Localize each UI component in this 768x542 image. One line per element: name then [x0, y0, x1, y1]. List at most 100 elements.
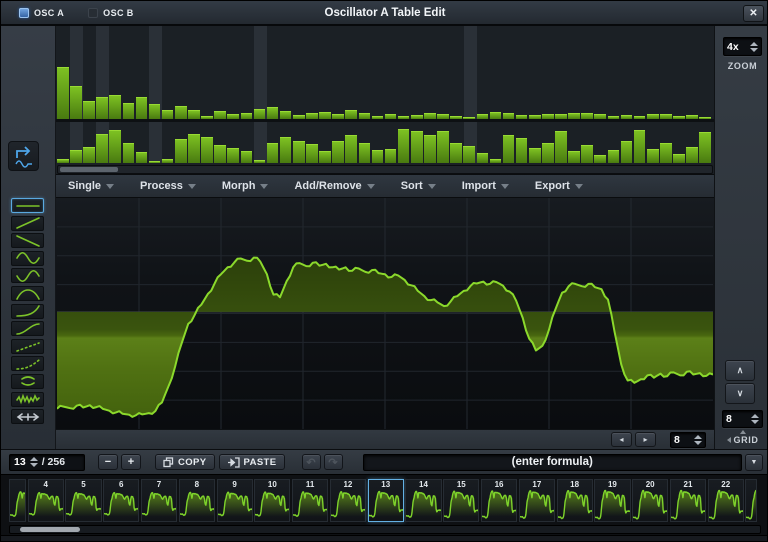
harmonic-magnitude-bar[interactable] [254, 109, 266, 119]
harmonic-phase-bar[interactable] [175, 139, 187, 163]
frame-thumbnail-6[interactable]: 6 [103, 479, 139, 522]
grid-prev-button[interactable]: ◂ [611, 432, 632, 447]
frame-thumbnail-5[interactable]: 5 [65, 479, 101, 522]
harmonic-magnitude-bar[interactable] [280, 111, 292, 119]
harmonic-phase-bar[interactable] [162, 159, 174, 163]
harmonic-phase-bar[interactable] [463, 146, 475, 163]
frame-thumbnail-14[interactable]: 14 [405, 479, 441, 522]
frame-thumbnail-9[interactable]: 9 [217, 479, 253, 522]
menu-import[interactable]: Import [462, 180, 509, 192]
menu-morph[interactable]: Morph [222, 180, 269, 192]
stepper-up-icon[interactable] [750, 42, 758, 46]
tool-dotted-curve-button[interactable] [11, 356, 44, 371]
harmonic-magnitude-bar[interactable] [96, 97, 108, 119]
frame-index-stepper[interactable] [30, 457, 38, 467]
harmonic-magnitude-bar[interactable] [162, 110, 174, 119]
waveform-canvas[interactable] [57, 198, 713, 429]
harmonic-phase-bar[interactable] [201, 137, 213, 163]
zoom-stepper[interactable] [750, 42, 758, 52]
harmonic-magnitude-bar[interactable] [83, 101, 95, 119]
frame-index-spinner[interactable]: 13 / 256 [9, 454, 85, 471]
frame-thumbnail-18[interactable]: 18 [557, 479, 593, 522]
tool-curve-s-button[interactable] [11, 321, 44, 336]
remove-frame-button[interactable]: − [98, 454, 118, 470]
harmonic-magnitude-bar[interactable] [214, 111, 226, 119]
harmonic-phase-bar[interactable] [306, 144, 318, 163]
harmonic-phase-bar[interactable] [359, 143, 371, 163]
frame-thumbnail-21[interactable]: 21 [670, 479, 706, 522]
osc-b-toggle[interactable]: OSC B [88, 8, 134, 18]
harmonic-phase-bar[interactable] [634, 130, 646, 163]
harmonic-phase-bar[interactable] [542, 143, 554, 163]
stepper-down-icon[interactable] [750, 48, 758, 52]
harmonic-phase-bar[interactable] [477, 153, 489, 163]
formula-input[interactable] [363, 454, 743, 471]
harmonic-phase-bar[interactable] [70, 150, 82, 163]
frame-thumbnail-11[interactable]: 11 [292, 479, 328, 522]
paste-button[interactable]: PASTE [219, 454, 285, 470]
grid-vertical-spinner[interactable]: 8 [722, 410, 763, 428]
grid-next-button[interactable]: ▸ [635, 432, 656, 447]
add-frame-button[interactable]: + [121, 454, 141, 470]
harmonic-magnitude-bar[interactable] [109, 95, 121, 119]
harmonic-magnitude-bar[interactable] [136, 97, 148, 119]
tool-ellipse-button[interactable] [11, 374, 44, 389]
frame-thumbnail-17[interactable]: 17 [519, 479, 555, 522]
harmonic-phase-bar[interactable] [372, 150, 384, 163]
frame-up-button[interactable]: ∧ [725, 360, 755, 381]
tool-sine-inverse-button[interactable] [11, 268, 44, 283]
harmonic-phase-bar[interactable] [398, 129, 410, 163]
frame-thumbnail-19[interactable]: 19 [594, 479, 630, 522]
frame-thumbnail-13[interactable]: 13 [368, 479, 404, 522]
tool-stretch-button[interactable] [11, 409, 44, 424]
harmonic-magnitude-bar[interactable] [70, 86, 82, 119]
harmonic-phase-bar[interactable] [503, 135, 515, 163]
stepper-down-icon[interactable] [30, 463, 38, 467]
harmonic-phase-bar[interactable] [109, 130, 121, 163]
tool-ramp-down-button[interactable] [11, 233, 44, 248]
copy-button[interactable]: COPY [155, 454, 215, 470]
stepper-up-icon[interactable] [751, 414, 759, 418]
harmonic-phase-bar[interactable] [424, 135, 436, 163]
harmonic-phase-bar[interactable] [227, 148, 239, 163]
harmonic-phase-bar[interactable] [490, 159, 502, 163]
harmonic-phase-bar[interactable] [450, 143, 462, 163]
stepper-up-icon[interactable] [694, 435, 702, 439]
harmonic-magnitude-bar[interactable] [149, 104, 161, 119]
harmonic-phase-bar[interactable] [123, 143, 135, 163]
harmonic-phase-bar[interactable] [57, 159, 69, 163]
harmonic-magnitude-bar[interactable] [267, 107, 279, 119]
tool-ramp-up-button[interactable] [11, 216, 44, 231]
grid-vertical-stepper[interactable] [751, 414, 759, 424]
harmonic-phase-bar[interactable] [621, 141, 633, 163]
frame-thumbnail-8[interactable]: 8 [179, 479, 215, 522]
frame-thumbnail-partial[interactable] [745, 479, 757, 522]
harmonic-phase-bar[interactable] [214, 145, 226, 163]
harmonic-magnitude-bar[interactable] [490, 112, 502, 119]
harmonic-phase-bar[interactable] [594, 155, 606, 163]
tool-arch-button[interactable] [11, 286, 44, 301]
harmonic-phase-bar[interactable] [385, 149, 397, 163]
harmonic-phase-bar[interactable] [699, 132, 711, 163]
stepper-up-icon[interactable] [30, 457, 38, 461]
grid-horizontal-stepper[interactable] [694, 435, 702, 445]
harmonic-phase-bar[interactable] [83, 147, 95, 163]
stepper-down-icon[interactable] [751, 420, 759, 424]
redo-button[interactable]: ↷ [324, 454, 343, 470]
menu-single[interactable]: Single [68, 180, 114, 192]
frame-thumbnail-4[interactable]: 4 [28, 479, 64, 522]
frame-down-button[interactable]: ∨ [725, 383, 755, 404]
harmonic-phase-bar[interactable] [673, 154, 685, 163]
menu-add-remove[interactable]: Add/Remove [294, 180, 374, 192]
tool-dotted-ramp-button[interactable] [11, 339, 44, 354]
harmonic-phase-bar[interactable] [555, 131, 567, 163]
harmonic-phase-bar[interactable] [581, 145, 593, 163]
harmonic-phase-bar[interactable] [149, 161, 161, 163]
frames-scrollbar-thumb[interactable] [20, 527, 80, 532]
frame-thumbnail-22[interactable]: 22 [708, 479, 744, 522]
harmonic-phase-bar[interactable] [136, 152, 148, 163]
harmonic-magnitude-bar[interactable] [345, 110, 357, 119]
harmonic-phase-bar[interactable] [254, 160, 266, 163]
harmonic-phase-bar[interactable] [319, 151, 331, 163]
harmonic-phase-bar[interactable] [241, 151, 253, 163]
